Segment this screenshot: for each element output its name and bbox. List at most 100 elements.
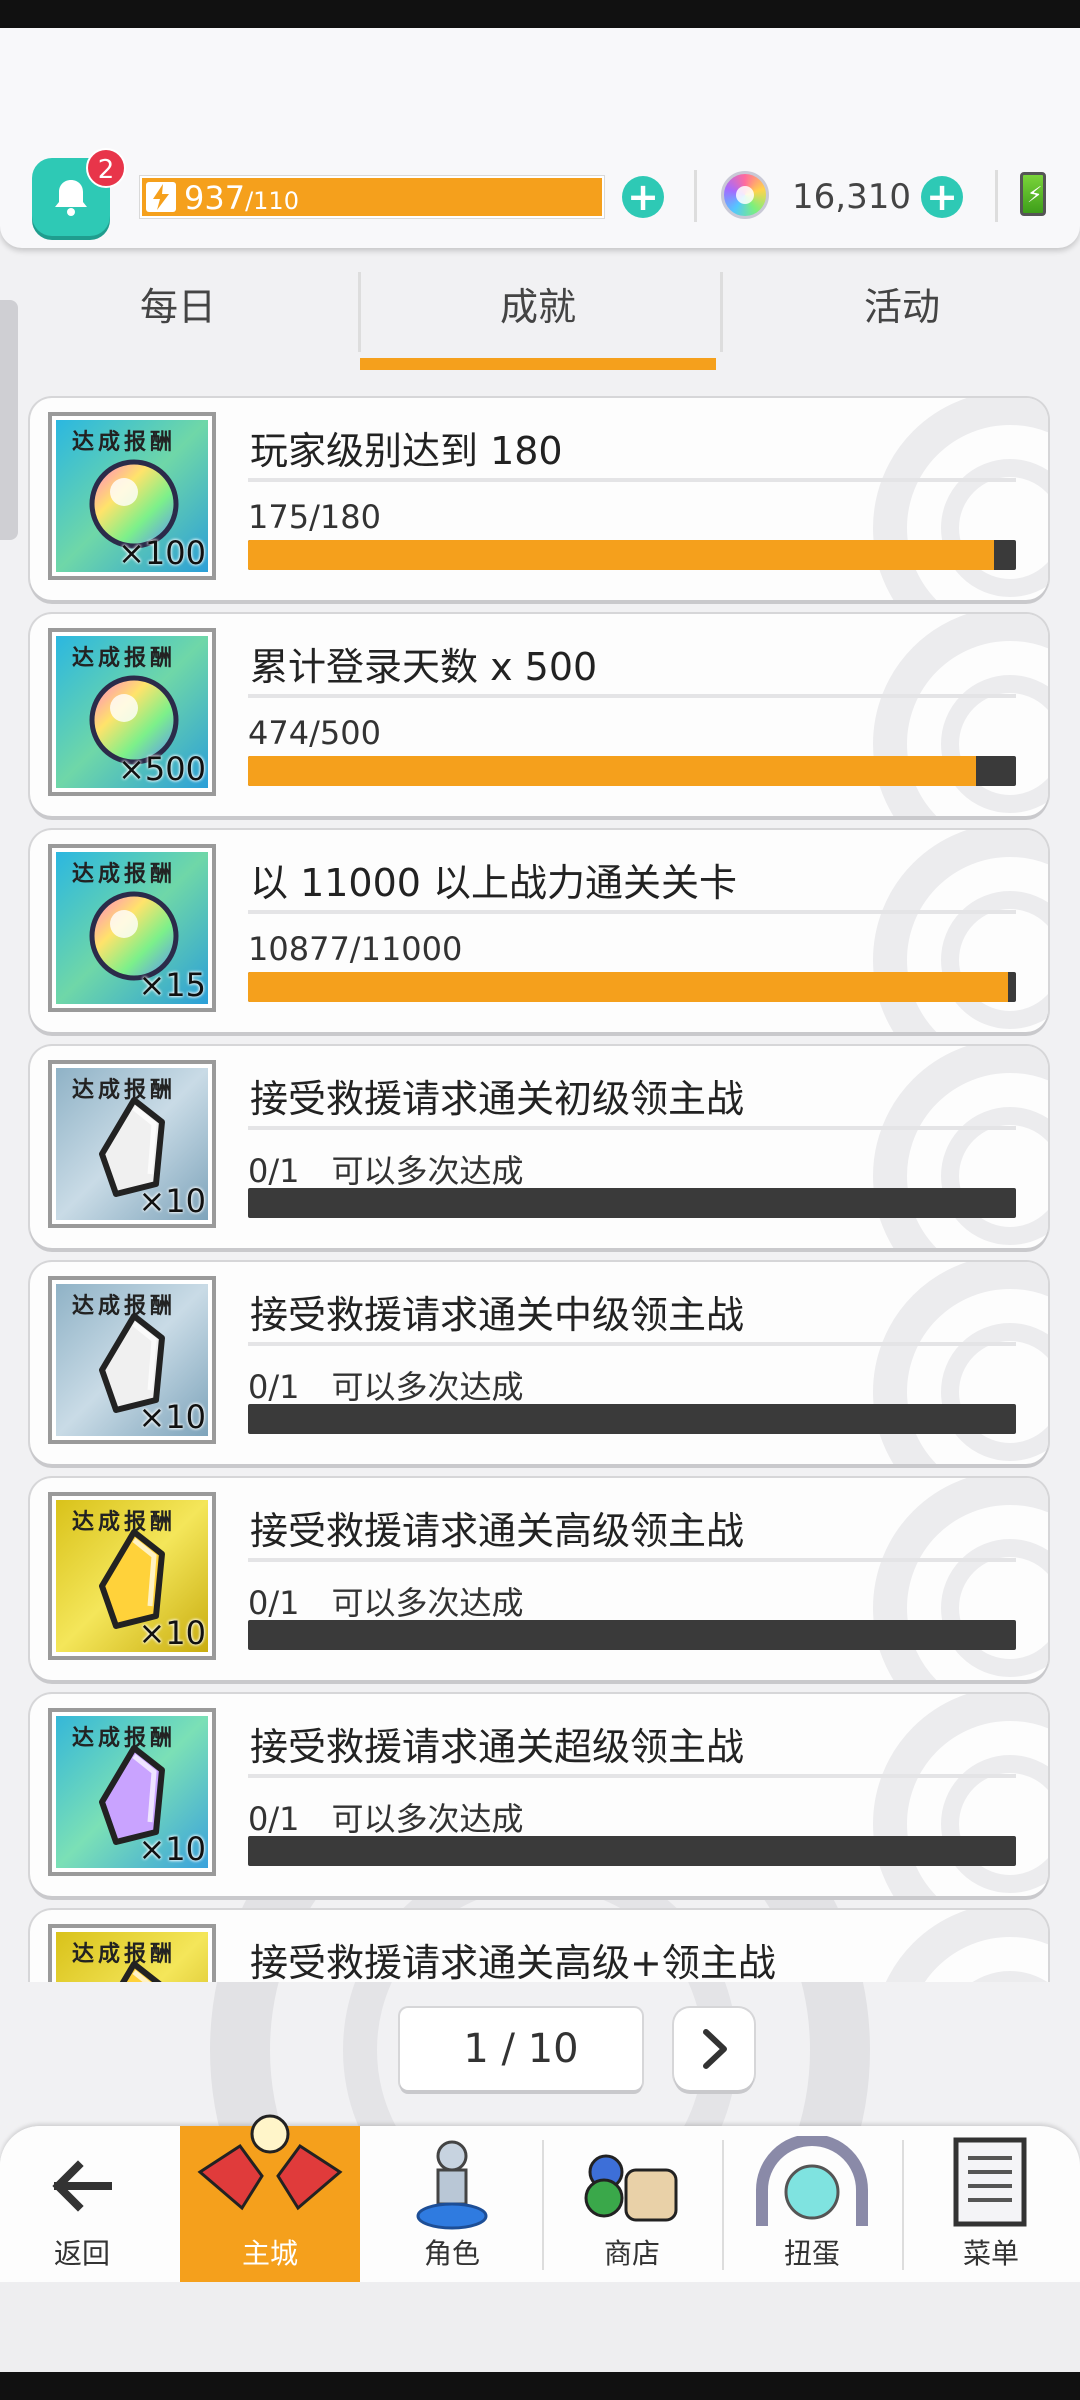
title-underline [248,1558,1016,1562]
title-underline [248,478,1016,482]
achievement-card[interactable]: 达成报酬 ×15 以 11000 以上战力通关关卡 10877/11000 [30,830,1048,1032]
title-underline [248,1342,1016,1346]
achievement-card[interactable]: 达成报酬 ×100 玩家级别达到 180 175/180 [30,398,1048,600]
reward-label: 达成报酬 [72,646,177,671]
system-status-bar [0,0,1080,28]
progress-text: 0/1 可以多次达成 [248,1584,524,1622]
nav-label: 扭蛋 [783,2237,840,2270]
notification-badge: 2 [86,148,126,188]
nav-label: 返回 [53,2237,110,2270]
nav-shop[interactable]: 商店 [542,2126,722,2282]
progress-bar [248,756,1016,786]
card-watermark [885,1910,1048,1982]
achievement-list[interactable]: 达成报酬 ×100 玩家级别达到 180 175/180 达成报酬 ×500 累计登录天数 … [0,390,1080,1982]
gem-count: 16,310 [792,177,911,217]
reward-box: 达成报酬 ×10 [48,1708,216,1876]
lightning-icon [146,182,176,212]
reward-panel: 达成报酬 ×15 [56,852,208,1004]
progress-bar [248,972,1016,1002]
achievement-title: 累计登录天数 x 500 [250,645,598,689]
progress-bar [248,1404,1016,1434]
nav-menu[interactable]: 菜单 [902,2126,1080,2282]
achievement-card[interactable]: 达成报酬 ×10 接受救援请求通关初级领主战 0/1 可以多次达成 [30,1046,1048,1248]
reward-panel: 达成报酬 [56,1932,208,1982]
add-gem-button[interactable]: + [921,176,963,218]
energy-value: 937/110 [184,177,299,222]
achievement-card[interactable]: 达成报酬 ×10 接受救援请求通关高级领主战 0/1 可以多次达成 [30,1478,1048,1680]
progress-fill [248,972,1008,1002]
reward-panel: 达成报酬 ×10 [56,1068,208,1220]
reward-multiplier: ×100 [118,534,206,572]
reward-label: 达成报酬 [72,1726,177,1751]
achievement-title: 以 11000 以上战力通关关卡 [250,861,738,905]
reward-label: 达成报酬 [72,1510,177,1535]
nav-gacha[interactable]: 扭蛋 [722,2126,902,2282]
reward-box: 达成报酬 ×15 [48,844,216,1012]
reward-panel: 达成报酬 ×10 [56,1284,208,1436]
footer-strip [0,2282,1080,2372]
reward-multiplier: ×10 [138,1830,206,1868]
reward-label: 达成报酬 [72,1078,177,1103]
chevron-right-icon [703,2029,727,2069]
nav-label: 菜单 [962,2237,1019,2270]
character-icon [416,2140,488,2230]
progress-text: 0/1 可以多次达成 [248,1152,524,1190]
progress-text: 0/1 可以多次达成 [248,1368,524,1406]
reward-panel: 达成报酬 ×100 [56,420,208,572]
energy-max: /110 [245,187,299,215]
nav-main-city[interactable]: 主城 [180,2114,360,2282]
progress-bar [248,1620,1016,1650]
progress-text: 175/180 [248,498,381,536]
reward-box: 达成报酬 ×10 [48,1276,216,1444]
achievement-card[interactable]: 达成报酬 接受救援请求通关高级+领主战 [30,1910,1048,1982]
nav-back-button[interactable]: 返回 [0,2126,164,2282]
reward-label: 达成报酬 [72,1942,177,1967]
tab-achievements[interactable]: 成就 [360,262,716,370]
add-energy-button[interactable]: + [622,176,664,218]
menu-list-icon [953,2137,1027,2227]
progress-bar [248,1836,1016,1866]
reward-box: 达成报酬 ×10 [48,1492,216,1660]
title-underline [248,910,1016,914]
header-divider [694,170,697,222]
nav-label: 主城 [241,2237,298,2270]
reward-panel: 达成报酬 ×10 [56,1716,208,1868]
progress-bar [248,540,1016,570]
achievement-title: 接受救援请求通关高级领主战 [250,1509,745,1553]
reward-box: 达成报酬 ×500 [48,628,216,796]
nav-character[interactable]: 角色 [362,2126,542,2282]
progress-fill [248,540,995,570]
reward-label: 达成报酬 [72,862,177,887]
reward-multiplier: ×10 [138,1182,206,1220]
tab-bar: 每日 成就 活动 [0,262,1080,370]
achievement-title: 接受救援请求通关超级领主战 [250,1725,745,1769]
tab-events[interactable]: 活动 [724,262,1080,370]
achievement-card[interactable]: 达成报酬 ×10 接受救援请求通关中级领主战 0/1 可以多次达成 [30,1262,1048,1464]
bell-icon [55,180,87,216]
system-nav-bar [0,2372,1080,2400]
title-underline [248,1774,1016,1778]
achievement-card[interactable]: 达成报酬 ×500 累计登录天数 x 500 474/500 [30,614,1048,816]
arrow-left-icon [52,2160,112,2212]
achievement-title: 接受救援请求通关高级+领主战 [250,1941,776,1982]
tab-daily[interactable]: 每日 [0,262,356,370]
gacha-icon [756,2136,868,2226]
header-divider [995,170,998,222]
nav-label: 商店 [603,2237,660,2270]
progress-bar [248,1188,1016,1218]
achievement-card[interactable]: 达成报酬 ×10 接受救援请求通关超级领主战 0/1 可以多次达成 [30,1694,1048,1896]
next-page-button[interactable] [674,2008,754,2090]
achievement-title: 接受救援请求通关中级领主战 [250,1293,745,1337]
reward-multiplier: ×500 [118,750,206,788]
progress-text: 10877/11000 [248,930,463,968]
page-indicator: 1 / 10 [400,2008,642,2090]
shop-icon [584,2154,678,2222]
reward-multiplier: ×10 [138,1398,206,1436]
gem-orb-icon [721,171,769,219]
castle-icon [197,2114,343,2211]
reward-box: 达成报酬 [48,1924,216,1982]
battery-icon: ⚡ [1020,172,1046,216]
title-underline [248,1126,1016,1130]
reward-panel: 达成报酬 ×500 [56,636,208,788]
energy-current: 937 [184,179,246,217]
